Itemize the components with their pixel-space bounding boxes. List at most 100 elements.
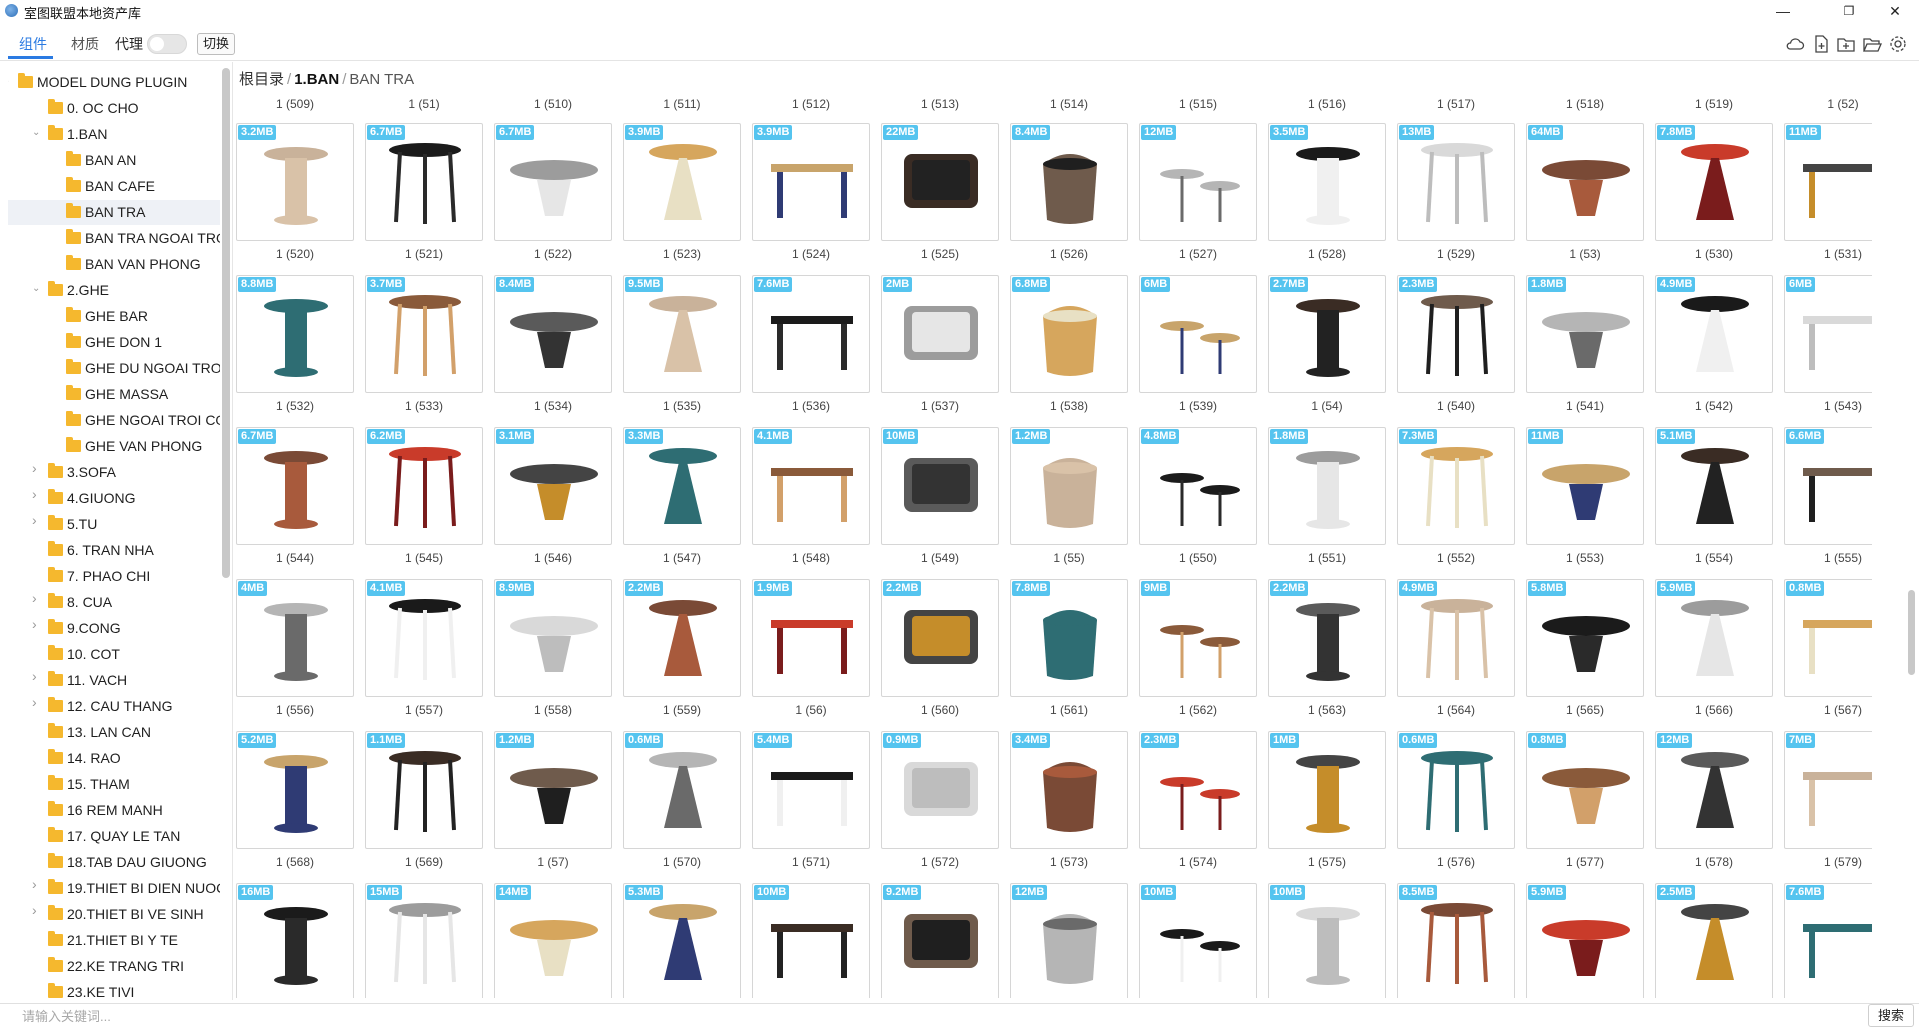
chevron-right-icon[interactable]: ›	[32, 903, 42, 917]
new-folder-icon[interactable]	[1836, 34, 1856, 54]
tree-item[interactable]: 16 REM MANH	[8, 798, 220, 823]
asset-thumbnail[interactable]: 8.4MB	[1010, 123, 1128, 241]
asset-thumbnail[interactable]: 3.7MB	[365, 275, 483, 393]
asset-thumbnail[interactable]: 2.3MB	[1139, 731, 1257, 849]
tree-item[interactable]: GHE DU NGOAI TROI	[8, 356, 220, 381]
tree-item[interactable]: BAN TRA	[8, 200, 220, 225]
chevron-right-icon[interactable]: ›	[32, 617, 42, 631]
asset-thumbnail[interactable]: 1.8MB	[1526, 275, 1644, 393]
tree-item[interactable]: ⌄ 1.BAN	[8, 122, 220, 147]
tree-item[interactable]: GHE MASSA	[8, 382, 220, 407]
asset-thumbnail[interactable]: 5.2MB	[236, 731, 354, 849]
tree-item[interactable]: 0. OC CHO	[8, 96, 220, 121]
asset-thumbnail[interactable]: 1.1MB	[365, 731, 483, 849]
tree-item[interactable]: ⌄ 2.GHE	[8, 278, 220, 303]
tree-item[interactable]: 13. LAN CAN	[8, 720, 220, 745]
asset-thumbnail[interactable]: 0.6MB	[1397, 731, 1515, 849]
tree-item[interactable]: › 12. CAU THANG	[8, 694, 220, 719]
asset-thumbnail[interactable]: 5.9MB	[1526, 883, 1644, 998]
tree-item[interactable]: 15. THAM	[8, 772, 220, 797]
chevron-right-icon[interactable]: ›	[32, 695, 42, 709]
tree-item[interactable]: 21.THIET BI Y TE	[8, 928, 220, 953]
asset-thumbnail[interactable]: 13MB	[1397, 123, 1515, 241]
asset-thumbnail[interactable]: 6.6MB	[1784, 427, 1872, 545]
tree-item[interactable]: › 11. VACH	[8, 668, 220, 693]
breadcrumb-root[interactable]: 根目录	[239, 71, 284, 88]
chevron-right-icon[interactable]: ›	[32, 669, 42, 683]
asset-thumbnail[interactable]: 4.1MB	[752, 427, 870, 545]
asset-thumbnail[interactable]: 6.2MB	[365, 427, 483, 545]
asset-thumbnail[interactable]: 2.5MB	[1655, 883, 1773, 998]
chevron-down-icon[interactable]: ⌄	[32, 128, 42, 138]
asset-thumbnail[interactable]: 9.2MB	[881, 883, 999, 998]
tree-item[interactable]: 23.KE TIVI	[8, 980, 220, 998]
asset-thumbnail[interactable]: 0.8MB	[1784, 579, 1872, 697]
asset-thumbnail[interactable]: 5.1MB	[1655, 427, 1773, 545]
asset-thumbnail[interactable]: 4.1MB	[365, 579, 483, 697]
asset-thumbnail[interactable]: 10MB	[752, 883, 870, 998]
asset-thumbnail[interactable]: 0.8MB	[1526, 731, 1644, 849]
tree-item[interactable]: 22.KE TRANG TRI	[8, 954, 220, 979]
asset-thumbnail[interactable]: 5.9MB	[1655, 579, 1773, 697]
tree-item[interactable]: › 20.THIET BI VE SINH	[8, 902, 220, 927]
asset-thumbnail[interactable]: 2.2MB	[881, 579, 999, 697]
asset-thumbnail[interactable]: 11MB	[1526, 427, 1644, 545]
tree-item[interactable]: GHE BAR	[8, 304, 220, 329]
tree-item[interactable]: ⌄ MODEL DUNG PLUGIN	[8, 70, 220, 95]
tree-item[interactable]: BAN CAFE	[8, 174, 220, 199]
chevron-down-icon[interactable]: ⌄	[8, 76, 12, 86]
asset-thumbnail[interactable]: 7.3MB	[1397, 427, 1515, 545]
asset-thumbnail[interactable]: 2.7MB	[1268, 275, 1386, 393]
asset-thumbnail[interactable]: 2.2MB	[623, 579, 741, 697]
asset-thumbnail[interactable]: 8.9MB	[494, 579, 612, 697]
chevron-down-icon[interactable]: ⌄	[32, 284, 42, 294]
asset-thumbnail[interactable]: 2.3MB	[1397, 275, 1515, 393]
tree-item[interactable]: › 19.THIET BI DIEN NUOC	[8, 876, 220, 901]
asset-thumbnail[interactable]: 10MB	[1268, 883, 1386, 998]
asset-thumbnail[interactable]: 3.9MB	[752, 123, 870, 241]
asset-thumbnail[interactable]: 3.9MB	[623, 123, 741, 241]
asset-thumbnail[interactable]: 7.6MB	[1784, 883, 1872, 998]
asset-thumbnail[interactable]: 8.4MB	[494, 275, 612, 393]
asset-thumbnail[interactable]: 12MB	[1139, 123, 1257, 241]
asset-thumbnail[interactable]: 5.3MB	[623, 883, 741, 998]
asset-thumbnail[interactable]: 0.6MB	[623, 731, 741, 849]
asset-thumbnail[interactable]: 6MB	[1139, 275, 1257, 393]
asset-thumbnail[interactable]: 6.7MB	[494, 123, 612, 241]
proxy-toggle[interactable]	[147, 34, 187, 54]
chevron-right-icon[interactable]: ›	[32, 877, 42, 891]
asset-thumbnail[interactable]: 3.5MB	[1268, 123, 1386, 241]
asset-thumbnail[interactable]: 7.6MB	[752, 275, 870, 393]
asset-thumbnail[interactable]: 9MB	[1139, 579, 1257, 697]
chevron-right-icon[interactable]: ›	[32, 591, 42, 605]
asset-thumbnail[interactable]: 7.8MB	[1010, 579, 1128, 697]
tree-item[interactable]: › 4.GIUONG	[8, 486, 220, 511]
asset-thumbnail[interactable]: 7MB	[1784, 731, 1872, 849]
grid-scrollbar[interactable]	[1908, 590, 1915, 675]
tab-components[interactable]: 组件	[19, 34, 47, 54]
asset-thumbnail[interactable]: 6.7MB	[236, 427, 354, 545]
asset-thumbnail[interactable]: 1MB	[1268, 731, 1386, 849]
chevron-right-icon[interactable]: ›	[32, 487, 42, 501]
tree-item[interactable]: › 8. CUA	[8, 590, 220, 615]
close-button[interactable]: ✕	[1872, 0, 1918, 22]
asset-thumbnail[interactable]: 2.2MB	[1268, 579, 1386, 697]
asset-thumbnail[interactable]: 1.2MB	[1010, 427, 1128, 545]
asset-thumbnail[interactable]: 10MB	[881, 427, 999, 545]
tree-item[interactable]: GHE NGOAI TROI CO	[8, 408, 220, 433]
breadcrumb-parent[interactable]: 1.BAN	[294, 71, 339, 88]
asset-thumbnail[interactable]: 4.9MB	[1397, 579, 1515, 697]
asset-thumbnail[interactable]: 15MB	[365, 883, 483, 998]
tree-item[interactable]: GHE DON 1	[8, 330, 220, 355]
asset-thumbnail[interactable]: 4MB	[236, 579, 354, 697]
chevron-right-icon[interactable]: ›	[32, 461, 42, 475]
asset-thumbnail[interactable]: 14MB	[494, 883, 612, 998]
asset-thumbnail[interactable]: 4.8MB	[1139, 427, 1257, 545]
asset-thumbnail[interactable]: 5.8MB	[1526, 579, 1644, 697]
tree-item[interactable]: BAN TRA NGOAI TROI	[8, 226, 220, 251]
asset-thumbnail[interactable]: 2MB	[881, 275, 999, 393]
tree-item[interactable]: 6. TRAN NHA	[8, 538, 220, 563]
asset-thumbnail[interactable]: 9.5MB	[623, 275, 741, 393]
asset-thumbnail[interactable]: 16MB	[236, 883, 354, 998]
new-file-icon[interactable]	[1811, 34, 1831, 54]
